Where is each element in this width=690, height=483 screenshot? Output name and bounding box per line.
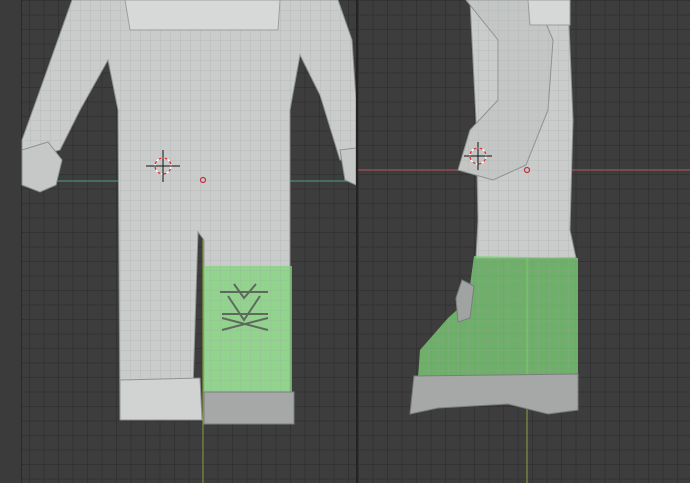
side-viewport[interactable] — [358, 0, 690, 483]
front-viewport[interactable] — [0, 0, 356, 483]
character-mesh-side[interactable] — [457, 0, 577, 259]
character-mesh-front[interactable] — [21, 0, 356, 421]
selected-boot-side[interactable] — [409, 256, 579, 415]
side-view-canvas[interactable] — [358, 0, 690, 483]
front-view-canvas[interactable] — [0, 0, 356, 483]
selected-boot-front[interactable] — [203, 266, 295, 425]
